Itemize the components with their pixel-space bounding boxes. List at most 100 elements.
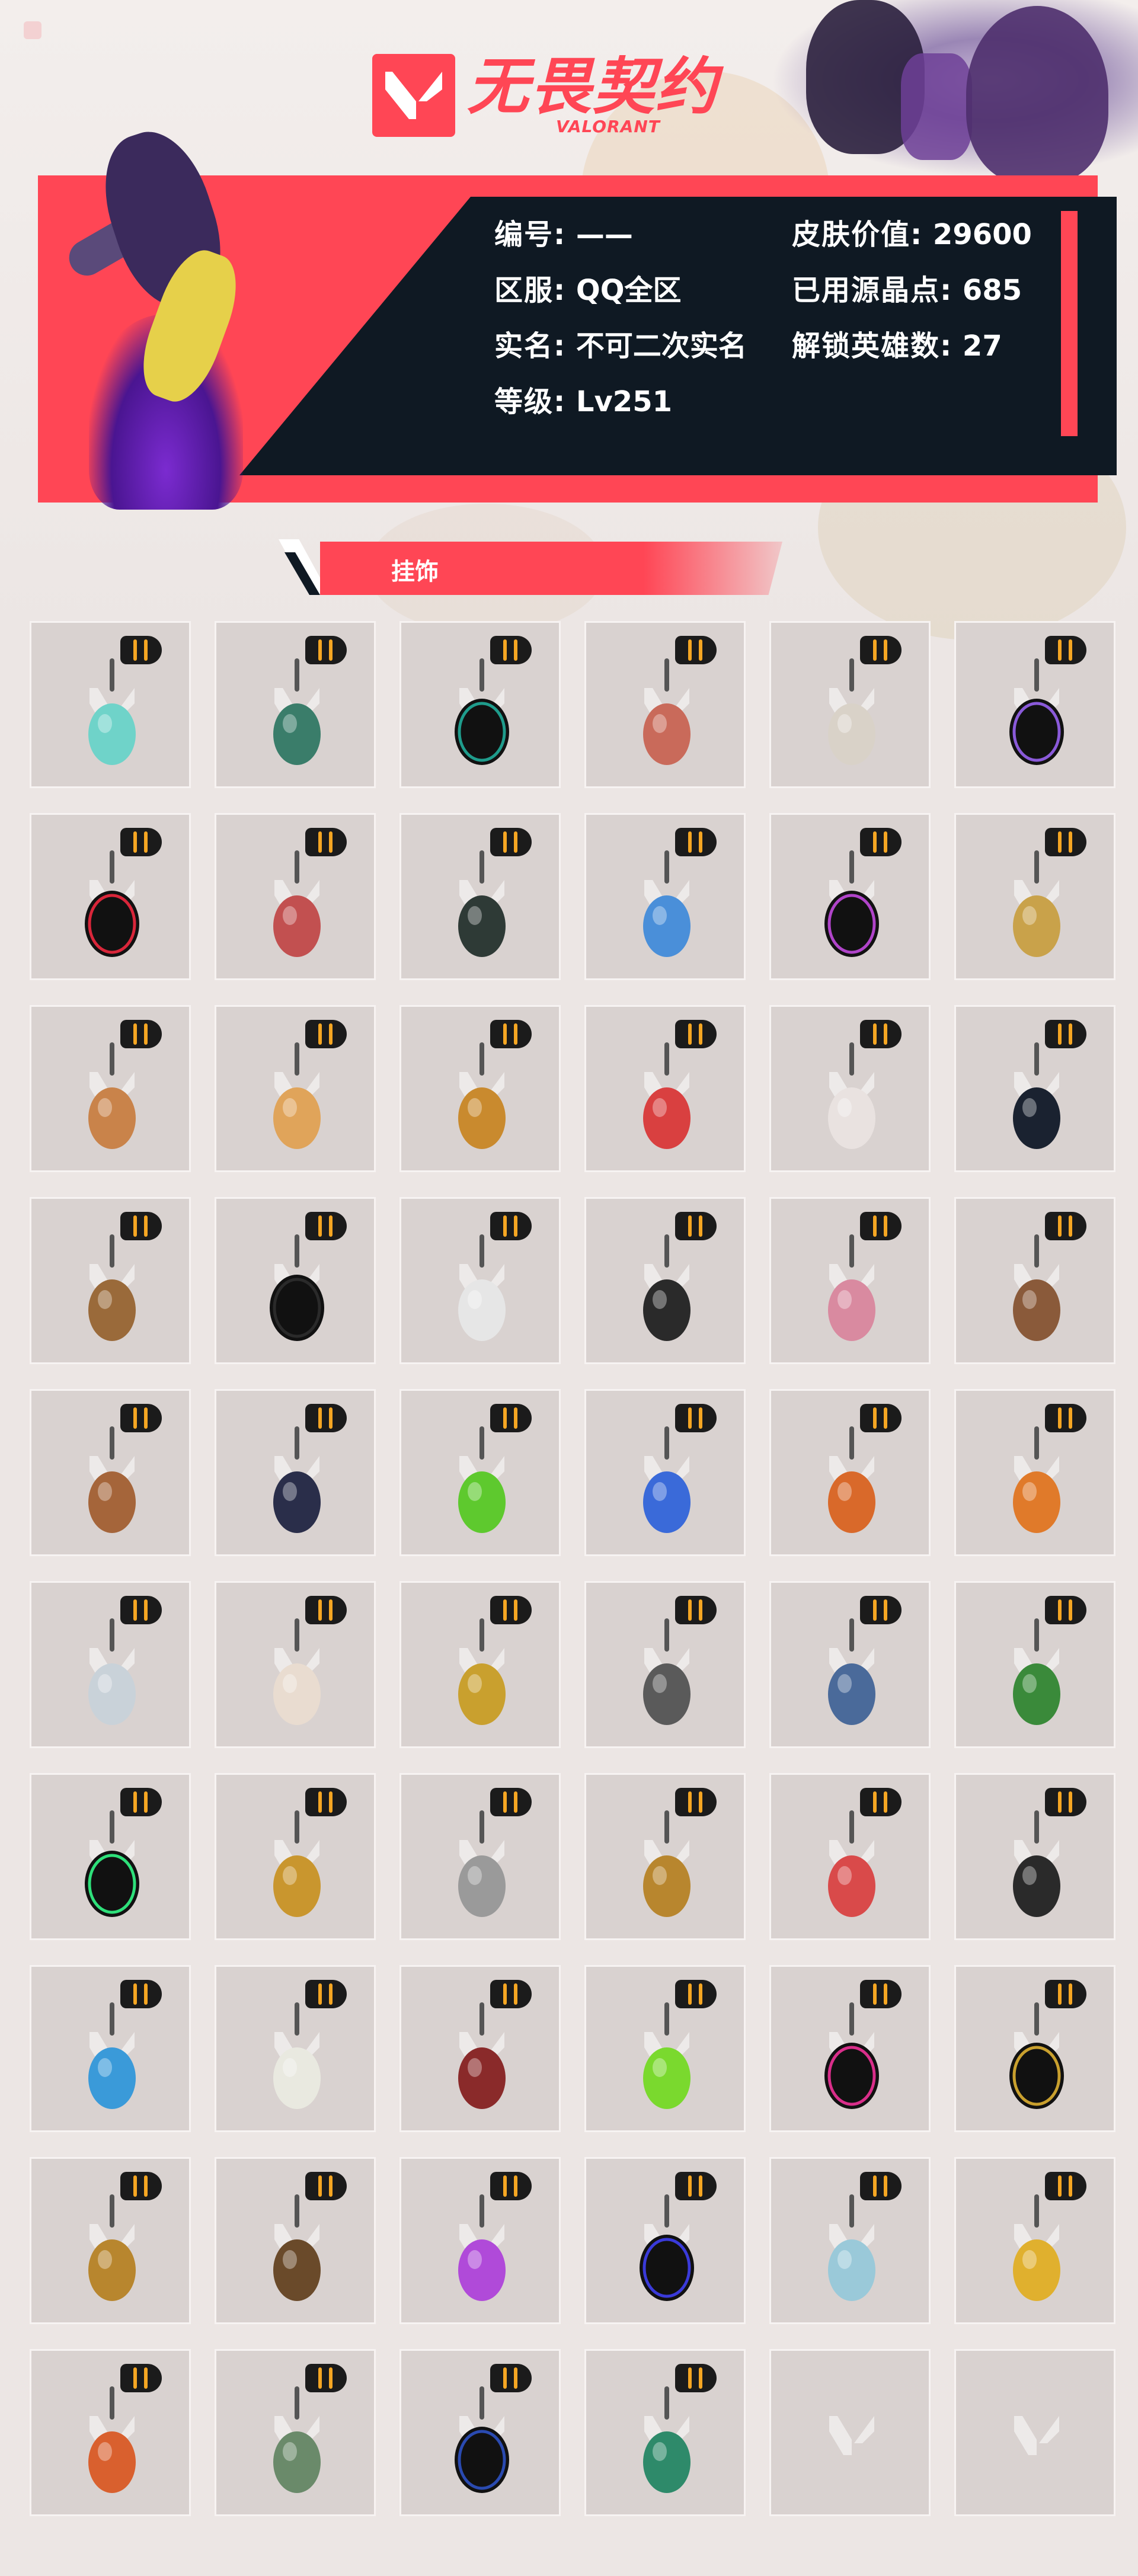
buddy-tile[interactable] (769, 1773, 931, 1940)
buddy-tile[interactable] (215, 1005, 376, 1172)
buddy-clip-icon (120, 1788, 162, 1816)
buddy-tile[interactable] (215, 813, 376, 980)
buddy-tile[interactable] (584, 621, 746, 788)
buddy-clip-icon (490, 1788, 532, 1816)
buddy-clip-icon (305, 2364, 347, 2392)
buddy-tile[interactable] (215, 1581, 376, 1748)
buddy-tile[interactable] (769, 1005, 931, 1172)
buddy-tile[interactable] (399, 1965, 561, 2132)
ramen-bowl-charm-icon (79, 1263, 145, 1346)
buddy-tile[interactable] (769, 1581, 931, 1748)
buddy-tile[interactable] (30, 1581, 191, 1748)
buddy-tile[interactable] (30, 813, 191, 980)
buddy-tile[interactable] (215, 1197, 376, 1364)
buddy-clip-icon (1045, 1020, 1086, 1048)
info-realname: 实名: 不可二次实名 (494, 329, 747, 363)
buddy-tile[interactable] (399, 1773, 561, 1940)
info-server: 区服: QQ全区 (494, 274, 682, 307)
buddy-tile[interactable] (954, 2349, 1115, 2516)
buddy-tile[interactable] (769, 1965, 931, 2132)
v25-iv-medal-icon (1003, 687, 1070, 770)
buddy-tile[interactable] (215, 2349, 376, 2516)
buddy-tile[interactable] (30, 2349, 191, 2516)
buddy-clip-icon (490, 1404, 532, 1432)
buddy-tile[interactable] (769, 2349, 931, 2516)
buddy-clip-icon (860, 1020, 902, 1048)
corner-logo-icon (24, 21, 41, 39)
buddy-tile[interactable] (769, 2157, 931, 2324)
rocket-charm-icon (819, 687, 885, 770)
buddy-tile[interactable] (954, 813, 1115, 980)
buddy-clip-icon (305, 1404, 347, 1432)
cheese-charm-icon (1003, 2223, 1070, 2306)
valorant-v-icon (372, 54, 455, 137)
buddy-clip-icon (490, 2172, 532, 2200)
buddy-clip-icon (860, 1788, 902, 1816)
buddy-clip-icon (490, 1020, 532, 1048)
buddy-tile[interactable] (30, 1389, 191, 1556)
buddy-tile[interactable] (954, 1773, 1115, 1940)
buddy-tile[interactable] (399, 1581, 561, 1748)
buddy-tile[interactable] (399, 621, 561, 788)
buddy-tile[interactable] (399, 1005, 561, 1172)
buddy-tile[interactable] (30, 621, 191, 788)
buddy-tile[interactable] (954, 1389, 1115, 1556)
buddy-tile[interactable] (215, 1389, 376, 1556)
buddy-tile[interactable] (584, 1773, 746, 1940)
valorant-logo: 无畏契约 VALORANT (372, 51, 718, 140)
buddy-tile[interactable] (954, 2157, 1115, 2324)
buddy-clip-icon (675, 828, 717, 856)
buddy-tile[interactable] (30, 1773, 191, 1940)
buddy-tile[interactable] (399, 2349, 561, 2516)
buddy-tile[interactable] (769, 1389, 931, 1556)
buddy-tile[interactable] (954, 621, 1115, 788)
buddy-clip-icon (675, 1404, 717, 1432)
buddy-clip-icon (305, 828, 347, 856)
buddy-clip-icon (860, 2172, 902, 2200)
buddy-tile[interactable] (769, 813, 931, 980)
buddy-tile[interactable] (215, 621, 376, 788)
section-header-buddies: 挂饰 (279, 535, 782, 600)
buddy-tile[interactable] (769, 1197, 931, 1364)
gold-sun-charm-icon (449, 1071, 515, 1154)
buddy-tile[interactable] (30, 1005, 191, 1172)
buddy-tile[interactable] (399, 1197, 561, 1364)
buddy-tile[interactable] (584, 1965, 746, 2132)
buddy-tile[interactable] (399, 813, 561, 980)
buddy-tile[interactable] (215, 2157, 376, 2324)
buddy-tile[interactable] (954, 1197, 1115, 1364)
buddy-tile[interactable] (584, 2157, 746, 2324)
buddy-tile[interactable] (215, 1773, 376, 1940)
cow-charm-icon (819, 1071, 885, 1154)
flag-shield-charm-icon (819, 1647, 885, 1730)
buddy-tile[interactable] (399, 2157, 561, 2324)
buddy-tile[interactable] (584, 2349, 746, 2516)
buddy-tile[interactable] (584, 1581, 746, 1748)
buddy-tile[interactable] (584, 1389, 746, 1556)
turret-charm-icon (264, 2223, 330, 2306)
green-gem-charm-icon (634, 2415, 700, 2498)
buddy-clip-icon (675, 1980, 717, 2008)
buddy-tile[interactable] (584, 1197, 746, 1364)
buddy-tile[interactable] (215, 1965, 376, 2132)
buddy-clip-icon (675, 636, 717, 664)
green-pager-charm-icon (449, 1455, 515, 1538)
buddy-clip-icon (1045, 1980, 1086, 2008)
buddy-tile[interactable] (954, 1965, 1115, 2132)
buddy-tile[interactable] (769, 621, 931, 788)
orange-ball-charm-icon (1003, 1455, 1070, 1538)
buddy-tile[interactable] (954, 1581, 1115, 1748)
valorant-watermark-icon (1014, 2416, 1059, 2455)
buddy-clip-icon (1045, 1404, 1086, 1432)
dark-figure-charm-icon (264, 1455, 330, 1538)
buddy-tile[interactable] (584, 813, 746, 980)
buddy-tile[interactable] (954, 1005, 1115, 1172)
buddy-clip-icon (1045, 636, 1086, 664)
buddy-tile[interactable] (399, 1389, 561, 1556)
buddy-tile[interactable] (30, 2157, 191, 2324)
buddy-clip-icon (120, 1596, 162, 1624)
buddy-tile[interactable] (30, 1965, 191, 2132)
buddy-tile[interactable] (584, 1005, 746, 1172)
buddy-tile[interactable] (30, 1197, 191, 1364)
sneaker-charm-icon (449, 879, 515, 962)
